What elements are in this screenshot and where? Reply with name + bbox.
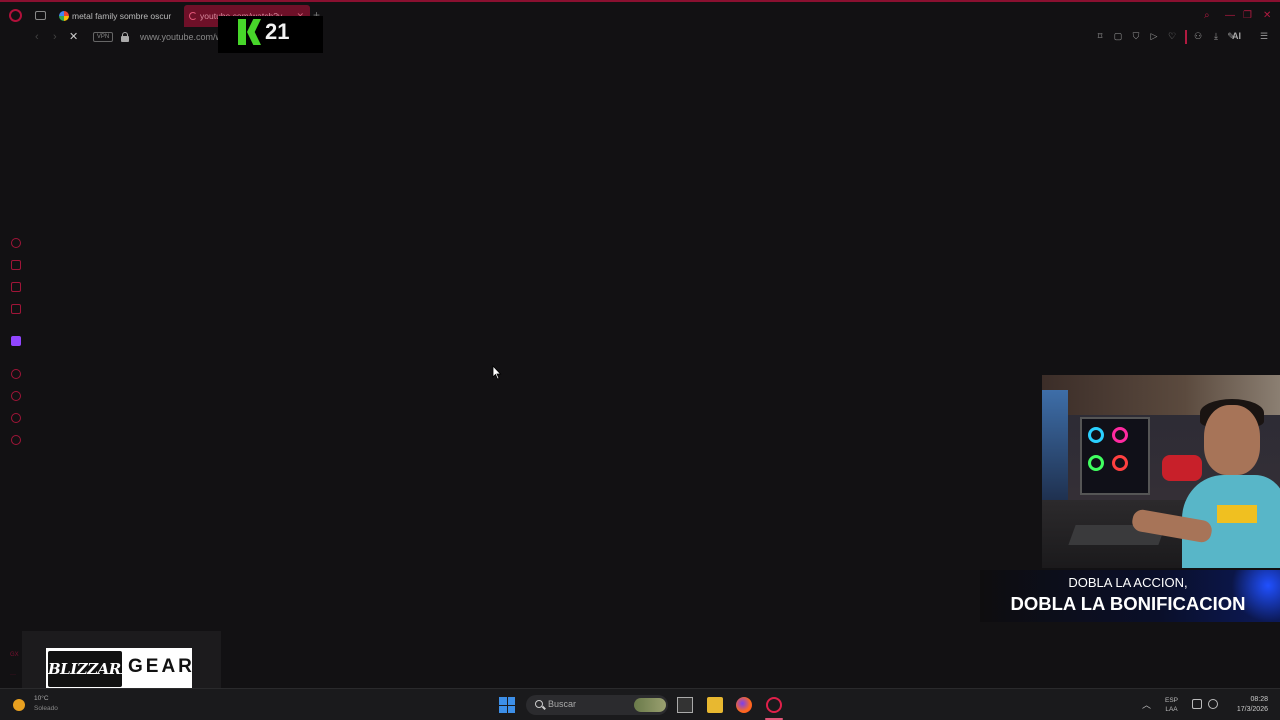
pin-icon[interactable]: ⌑ [1095, 31, 1105, 41]
weather-condition[interactable]: Soleado [34, 705, 58, 712]
url-field[interactable]: www.youtube.com/wat [140, 28, 230, 46]
firefox-icon[interactable] [736, 697, 752, 713]
workspaces-icon[interactable] [11, 282, 21, 292]
taskbar: 10°C Soleado Buscar ︿ ESP LAA 08:28 17/3… [0, 688, 1280, 720]
speed-dial-icon[interactable] [11, 238, 21, 248]
tab-bar: metal family sombre oscur youtube.com/wa… [0, 2, 1280, 28]
extensions-icon[interactable] [11, 413, 21, 423]
windows-start-icon[interactable] [499, 697, 515, 713]
webcam-feed [1042, 375, 1280, 568]
lang-line-2: LAA [1165, 706, 1178, 713]
banner-line-2: DOBLA LA BONIFICACION [1010, 593, 1246, 614]
lang-line-1: ESP [1165, 697, 1179, 704]
blizzard-gear-logo: BLIZZARD GEAR [46, 648, 192, 690]
loading-spinner-icon [189, 12, 197, 20]
opera-gx-icon[interactable] [766, 697, 782, 713]
stop-loading-icon[interactable]: ✕ [69, 28, 78, 46]
k21-number: 21 [265, 19, 290, 44]
tray-overflow-icon[interactable]: ︿ [1142, 698, 1151, 711]
search-tabs-icon[interactable]: ⌕ [1204, 10, 1210, 21]
k21-k-icon [238, 19, 261, 45]
menu-icon[interactable]: ☰ [1259, 31, 1269, 41]
tab-metal-family[interactable]: metal family sombre oscur [56, 5, 178, 27]
k21-channel-logo: 21 [218, 16, 323, 53]
blizzard-logo: BLIZZARD [48, 651, 134, 687]
restore-icon[interactable]: ❐ [1243, 10, 1252, 21]
gear-text: GEAR [128, 656, 195, 677]
twitch-icon[interactable] [11, 336, 21, 346]
shield-icon[interactable]: ⛉ [1131, 31, 1141, 41]
weather-temp[interactable]: 10°C [34, 695, 49, 702]
back-icon[interactable]: ‹ [35, 28, 39, 46]
clock-time: 08:28 [1250, 696, 1268, 703]
lock-icon[interactable] [121, 32, 129, 42]
shopping-icon[interactable] [11, 260, 21, 270]
opera-menu-icon[interactable] [9, 9, 22, 22]
volume-icon[interactable] [1208, 699, 1218, 709]
banner-line-1: DOBLA LA ACCION, [1068, 575, 1188, 590]
player-icon[interactable] [11, 369, 21, 379]
account-icon[interactable]: ⚇ [1193, 31, 1203, 41]
minimize-icon[interactable]: — [1225, 10, 1235, 21]
settings-icon[interactable] [11, 435, 21, 445]
file-explorer-icon[interactable] [707, 697, 723, 713]
sidebar: GX ··· [0, 46, 32, 688]
heart-icon[interactable]: ♡ [1167, 31, 1177, 41]
messenger-icon[interactable] [11, 304, 21, 314]
network-icon[interactable] [1192, 699, 1202, 709]
search-highlight-image [634, 698, 666, 712]
more-icon[interactable]: ··· [10, 672, 16, 678]
play-icon[interactable]: ▷ [1149, 31, 1159, 41]
taskbar-search[interactable]: Buscar [526, 695, 668, 715]
google-favicon-icon [59, 11, 69, 21]
toolbar-separator [1185, 30, 1187, 44]
close-window-icon[interactable]: ✕ [1263, 10, 1271, 21]
system-clock[interactable]: 08:28 17/3/2026 [1228, 695, 1268, 715]
language-indicator[interactable]: ESP LAA [1165, 696, 1178, 714]
tab-overview-icon[interactable] [35, 11, 46, 20]
gx-icon[interactable]: GX [10, 652, 19, 658]
task-view-icon[interactable] [677, 697, 693, 713]
promo-banner: DOBLA LA ACCION, DOBLA LA BONIFICACION [980, 570, 1280, 622]
tab-title: metal family sombre oscur [72, 11, 172, 21]
search-placeholder: Buscar [548, 699, 577, 709]
ai-button[interactable]: AI [1232, 31, 1241, 41]
clock-date: 17/3/2026 [1236, 706, 1268, 713]
forward-icon[interactable]: › [53, 28, 57, 46]
snapshot-icon[interactable]: ▢ [1113, 31, 1123, 41]
search-icon [535, 700, 543, 708]
history-icon[interactable] [11, 391, 21, 401]
download-icon[interactable]: ⤓ [1211, 31, 1221, 41]
weather-sun-icon[interactable] [13, 699, 25, 711]
vpn-badge[interactable]: VPN [93, 32, 113, 42]
address-bar-row: ‹ › ✕ VPN www.youtube.com/wat ⌑ ▢ ⛉ ▷ ♡ … [0, 28, 1280, 46]
